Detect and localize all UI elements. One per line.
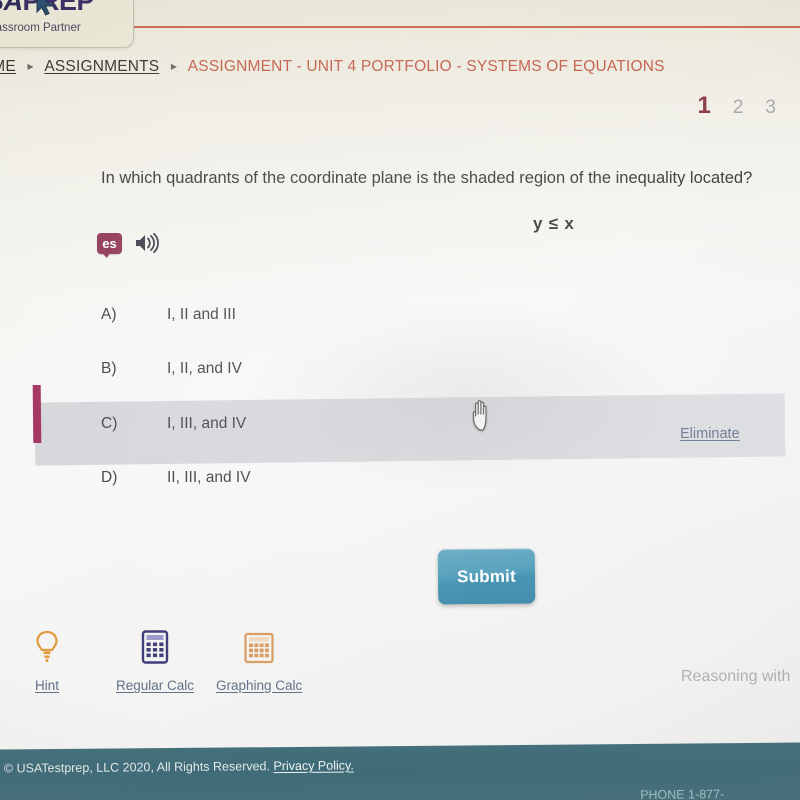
copyright-text: © USATestprep, LLC 2020, All Rights Rese… [3,759,271,776]
page-root: USAPREP our Classroom Partner OME ▸ ASSI… [0,0,800,800]
hint-tool[interactable]: Hint [33,630,61,693]
option-letter: C) [101,415,118,432]
speaker-sound-icon[interactable] [134,232,160,254]
option-text: I, II and III [167,306,236,323]
option-text: II, III, and IV [167,469,251,486]
page-footer: © USATestprep, LLC 2020, All Rights Rese… [0,742,800,800]
graphing-calculator-icon [243,632,275,669]
graphing-calculator-tool[interactable]: Graphing Calc [216,632,302,693]
footer-copyright: © USATestprep, LLC 2020, All Rights Rese… [4,758,354,775]
option-letter: D) [101,469,118,486]
privacy-policy-link[interactable]: Privacy Policy. [273,758,353,773]
submit-button[interactable]: Submit [437,548,536,605]
accessibility-controls: es [97,232,160,258]
option-text: I, III, and IV [167,415,247,432]
graphing-calc-label: Graphing Calc [216,678,303,693]
regular-calculator-tool[interactable]: Regular Calc [116,630,194,693]
footer-phone: PHONE 1-877- [640,787,725,800]
answer-option-b[interactable]: B) I, II, and IV [0,342,800,396]
watermark-text: Reasoning with [681,668,791,685]
option-letter: B) [101,360,117,377]
selected-option-marker [32,384,42,444]
hint-label: Hint [34,678,59,693]
lightbulb-icon [33,630,61,669]
option-letter: A) [101,306,117,323]
answer-option-d[interactable]: D) II, III, and IV [0,451,800,505]
regular-calc-label: Regular Calc [116,678,195,693]
spanish-translate-button[interactable]: es [97,232,122,258]
option-text: I, II, and IV [167,360,242,377]
eliminate-link[interactable]: Eliminate [680,426,740,442]
calculator-icon [140,630,170,669]
answer-option-c[interactable]: C) I, III, and IV [0,397,800,451]
answer-option-a[interactable]: A) I, II and III [0,288,800,342]
pointing-hand-cursor [469,396,499,439]
